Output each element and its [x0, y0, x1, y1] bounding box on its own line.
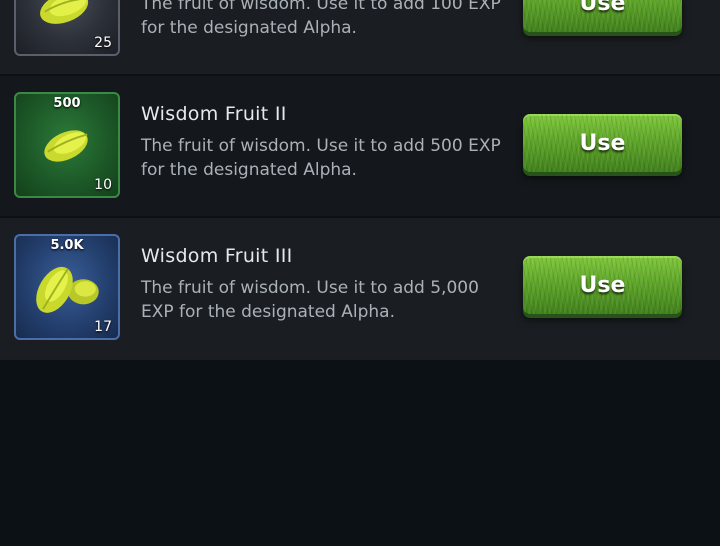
item-quantity: 17	[94, 319, 112, 335]
use-button[interactable]: Use	[523, 256, 682, 314]
list-item: 500 10 Wisdom Fruit II The fruit of wisd…	[0, 76, 720, 216]
item-quantity: 25	[94, 35, 112, 51]
list-item: 5.0K 17 Wisdom Fruit III The fruit of wi…	[0, 218, 720, 360]
item-description: The fruit of wisdom. Use it to add 100 E…	[141, 0, 501, 38]
list-item: 25 The fruit of wisdom. Use it to add 10…	[0, 0, 720, 74]
item-icon-frame: 5.0K 17	[14, 234, 120, 340]
use-button[interactable]: Use	[523, 0, 682, 32]
item-icon-frame: 25	[14, 0, 120, 56]
item-description: The fruit of wisdom. Use it to add 500 E…	[141, 136, 501, 180]
item-list: 25 The fruit of wisdom. Use it to add 10…	[0, 0, 720, 546]
use-button[interactable]: Use	[523, 114, 682, 172]
item-description: The fruit of wisdom. Use it to add 5,000…	[141, 278, 479, 322]
item-icon-frame: 500 10	[14, 92, 120, 198]
item-quantity: 10	[94, 177, 112, 193]
item-name: Wisdom Fruit II	[141, 103, 287, 125]
item-name: Wisdom Fruit III	[141, 245, 293, 267]
